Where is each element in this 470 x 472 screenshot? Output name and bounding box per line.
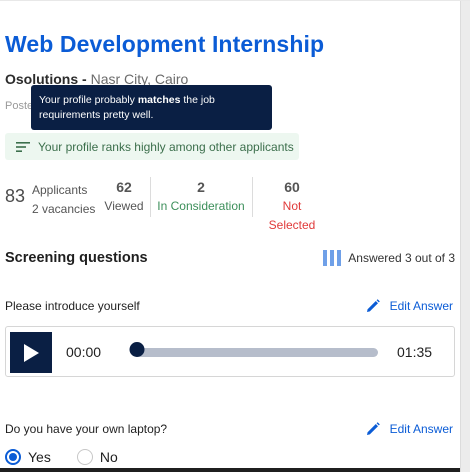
job-title[interactable]: Web Development Internship [5, 31, 324, 58]
play-button[interactable] [10, 332, 52, 373]
rank-banner: Your profile ranks highly among other ap… [5, 133, 299, 160]
viewed-label: Viewed [104, 199, 144, 213]
edit-answer-button[interactable]: Edit Answer [366, 422, 453, 436]
radio-no-label: No [99, 449, 118, 465]
laptop-radio-group: Yes No [5, 449, 144, 465]
radio-option-no[interactable]: No [76, 449, 118, 465]
scrollbar-track[interactable] [460, 1, 470, 472]
screening-title: Screening questions [5, 250, 148, 266]
stat-not-selected: 60 Not Selected [258, 177, 326, 232]
edit-answer-button[interactable]: Edit Answer [366, 299, 453, 313]
stat-divider [150, 177, 151, 217]
not-selected-label: Not Selected [268, 199, 316, 232]
vacancies-label: 2 vacancies [32, 202, 96, 216]
progress-bars-icon [323, 250, 342, 266]
audio-duration: 01:35 [397, 344, 433, 360]
radio-option-yes[interactable]: Yes [5, 449, 51, 465]
sort-lines-icon [16, 141, 30, 152]
stat-viewed: 62 Viewed [102, 177, 146, 217]
viewed-count: 62 [116, 179, 132, 195]
applicants-label: Applicants [32, 183, 88, 197]
applicant-stats: 83 Applicants 2 vacancies 62 Viewed 2 In… [5, 177, 345, 232]
radio-yes[interactable] [5, 449, 21, 465]
radio-no[interactable] [76, 449, 93, 465]
applicants-count: 83 [5, 186, 26, 206]
pencil-icon [366, 299, 380, 312]
tooltip-text-bold: matches [137, 94, 181, 106]
audio-current-time: 00:00 [66, 344, 102, 360]
audio-progress-track[interactable] [133, 348, 378, 357]
answered-status: Answered 3 out of 3 [323, 250, 455, 266]
match-tooltip: Your profile probably matches the job re… [31, 85, 272, 130]
applicants-info: Applicants 2 vacancies [32, 181, 95, 219]
in-consideration-count: 2 [197, 179, 205, 195]
bottom-edge-bar [0, 468, 460, 472]
play-icon [24, 343, 39, 362]
radio-yes-label: Yes [28, 449, 51, 465]
posted-date: Poste [5, 100, 34, 112]
question-label: Do you have your own laptop? [5, 422, 168, 436]
answered-text: Answered 3 out of 3 [348, 251, 455, 265]
stat-divider [252, 177, 253, 217]
question-label: Please introduce yourself [5, 299, 140, 313]
rank-banner-text: Your profile ranks highly among other ap… [38, 139, 294, 154]
tooltip-text-before: Your profile probably [39, 94, 138, 106]
pencil-icon [366, 422, 380, 435]
edit-answer-label: Edit Answer [389, 299, 453, 313]
in-consideration-label: In Consideration [157, 199, 245, 213]
audio-progress-thumb[interactable] [129, 342, 145, 357]
job-application-page: Web Development Internship Osolutions - … [0, 0, 470, 472]
audio-player: 00:00 01:35 [5, 326, 455, 377]
not-selected-count: 60 [284, 179, 300, 195]
edit-answer-label: Edit Answer [389, 422, 453, 436]
stat-in-consideration: 2 In Consideration [157, 177, 245, 217]
